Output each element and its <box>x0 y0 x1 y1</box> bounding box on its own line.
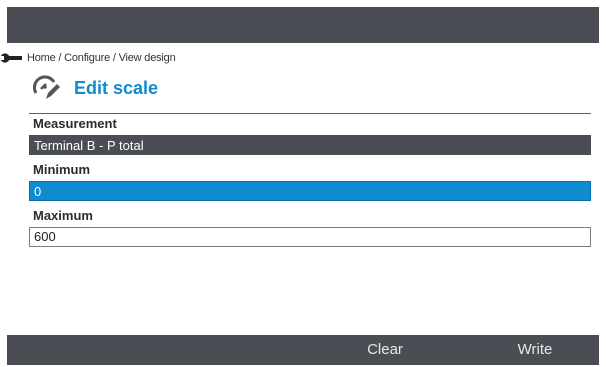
maximum-label: Maximum <box>33 208 93 223</box>
page-header: Edit scale <box>32 73 158 103</box>
gauge-edit-icon <box>32 74 60 102</box>
breadcrumb-text[interactable]: Home / Configure / View design <box>27 52 176 64</box>
minimum-label: Minimum <box>33 162 91 177</box>
header-divider <box>29 113 591 114</box>
measurement-field[interactable]: Terminal B - P total <box>29 135 591 155</box>
device-screen: Home / Configure / View design Edit scal… <box>0 7 599 365</box>
wrench-icon <box>0 51 22 65</box>
write-button[interactable]: Write <box>503 335 567 365</box>
top-bar <box>7 7 599 43</box>
measurement-label: Measurement <box>33 116 117 131</box>
minimum-field[interactable]: 0 <box>29 181 591 201</box>
page-title: Edit scale <box>74 77 159 98</box>
softkey-bar: Clear Write <box>7 335 599 365</box>
clear-button[interactable]: Clear <box>353 335 417 365</box>
maximum-field[interactable]: 600 <box>29 227 591 247</box>
breadcrumb: Home / Configure / View design <box>0 50 176 66</box>
